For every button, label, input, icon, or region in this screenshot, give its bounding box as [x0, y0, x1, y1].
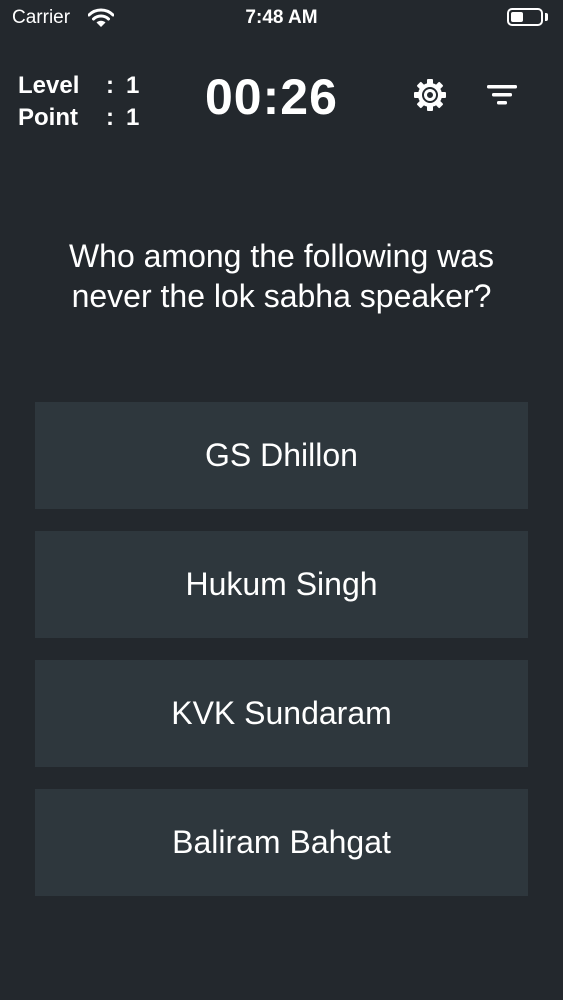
answer-option-label: KVK Sundaram — [171, 695, 392, 731]
level-colon: : — [106, 72, 114, 99]
point-value: 1 — [126, 104, 140, 131]
answer-option-1[interactable]: GS Dhillon — [35, 402, 528, 509]
countdown-timer: 00:26 — [205, 69, 338, 125]
filter-button[interactable] — [482, 77, 522, 117]
level-value: 1 — [126, 72, 140, 99]
status-time: 7:48 AM — [245, 7, 318, 28]
answer-option-3[interactable]: KVK Sundaram — [35, 660, 528, 767]
answer-option-label: GS Dhillon — [205, 437, 358, 473]
point-colon: : — [106, 104, 114, 131]
answer-option-2[interactable]: Hukum Singh — [35, 531, 528, 638]
level-label: Level — [18, 72, 80, 99]
answer-option-4[interactable]: Baliram Bahgat — [35, 789, 528, 896]
question-text: Who among the following was never the lo… — [68, 238, 495, 314]
level-row: Level : 1 — [18, 70, 139, 102]
battery-icon — [507, 8, 543, 26]
filter-icon — [485, 81, 519, 114]
score-panel: Level : 1 Point : 1 — [18, 70, 139, 134]
point-row: Point : 1 — [18, 102, 139, 134]
settings-button[interactable] — [410, 77, 450, 117]
point-label: Point — [18, 104, 78, 131]
battery-nub — [545, 13, 548, 21]
answer-list: GS Dhillon Hukum Singh KVK Sundaram Bali… — [35, 402, 528, 918]
answer-option-label: Hukum Singh — [185, 566, 378, 602]
gear-icon — [412, 77, 448, 118]
status-bar: Carrier 7:48 AM — [0, 0, 563, 36]
answer-option-label: Baliram Bahgat — [172, 824, 391, 860]
